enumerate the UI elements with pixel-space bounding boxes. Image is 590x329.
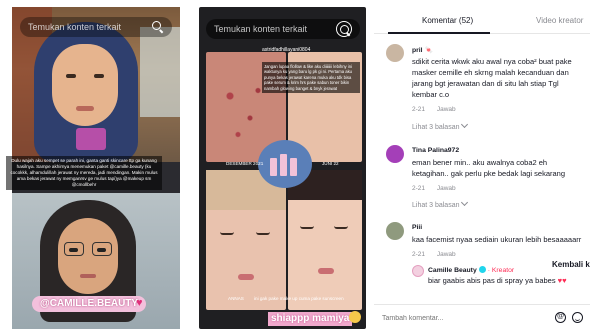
comment-username[interactable]: Piii xyxy=(412,224,422,231)
left-video-caption: Dulu wajah aku sempet se parah ini, gant… xyxy=(6,156,162,190)
photo-face-left xyxy=(206,170,286,310)
search-icon[interactable] xyxy=(336,21,352,37)
comment-date: 2-21 xyxy=(412,251,425,258)
mug xyxy=(76,128,106,150)
lips xyxy=(80,274,96,278)
user-badge-icon: 🍬 xyxy=(424,47,432,54)
background-window xyxy=(140,27,180,117)
bottle xyxy=(290,158,297,176)
avatar[interactable] xyxy=(386,145,404,163)
brand-tag-middle: shiappp mamiya xyxy=(268,312,352,326)
username-text: pril xyxy=(412,47,423,54)
search-icon[interactable] xyxy=(152,21,164,33)
closed-eye xyxy=(334,226,348,229)
comment-input-bar: @ xyxy=(374,304,590,329)
comment-date: 2-21 xyxy=(412,106,425,113)
view-replies-label: Lihat 3 balasan xyxy=(412,124,459,131)
comment-text-line: kaa facemist nyaa sediain ukuran lebih b… xyxy=(412,234,590,245)
verified-icon xyxy=(479,266,486,273)
comment-text-line: sdikit cerita wkwk aku awal nya coba² bu… xyxy=(412,56,590,67)
comment-text-line: kembar c.o xyxy=(412,89,590,100)
eye xyxy=(69,248,78,252)
reply-button[interactable]: Jawab xyxy=(437,185,456,192)
tab-creator-videos[interactable]: Video kreator xyxy=(536,16,583,25)
photo-note: ini gak pake make up cuma pake sunscreen xyxy=(254,296,344,301)
lips xyxy=(76,106,94,111)
middle-video-caption: Jangan lupaa flollow & like aku diiiiiii… xyxy=(262,62,360,93)
lips xyxy=(238,274,254,280)
chevron-down-icon xyxy=(461,121,468,128)
date-label-right: JUNI 22 xyxy=(322,161,339,166)
brand-tag-left: @CAMILLE.BEAUTY xyxy=(32,296,146,312)
comment-meta: 2-21 Jawab xyxy=(412,251,456,258)
search-bar-middle[interactable]: Temukan konten terkait xyxy=(206,19,360,39)
closed-eye xyxy=(220,232,234,235)
comment-meta: 2-21 Jawab xyxy=(412,106,456,113)
heart-icon: ♥ xyxy=(136,297,143,309)
reply-text: biar gaabis abis pas di spray ya babes ♥… xyxy=(428,276,567,285)
closed-eye xyxy=(300,226,314,229)
bottle xyxy=(280,154,287,176)
product-bottles xyxy=(258,140,312,188)
eye xyxy=(94,74,104,78)
comments-panel: Komentar (52) Video kreator pril 🍬 sdiki… xyxy=(374,0,590,329)
view-replies-button[interactable]: Lihat 3 balasan xyxy=(412,124,467,131)
comment-username[interactable]: pril 🍬 xyxy=(412,46,433,54)
person-before-face xyxy=(52,44,118,126)
reply-text-content: biar gaabis abis pas di spray ya babes xyxy=(428,276,556,285)
avatar[interactable] xyxy=(386,44,404,62)
photo-label: ANNAS xyxy=(228,296,244,301)
reply-username[interactable]: Camille Beauty · Kreator xyxy=(428,265,514,274)
tab-comments[interactable]: Komentar (52) xyxy=(422,16,473,25)
back-button[interactable]: Kembali k xyxy=(552,260,590,269)
date-label-left: DESEMBER 2021 xyxy=(226,161,263,166)
comment-username[interactable]: Tina Palina972 xyxy=(412,147,459,154)
reply-button[interactable]: Jawab xyxy=(437,251,456,258)
person-after-face xyxy=(58,218,118,294)
avatar[interactable] xyxy=(386,222,404,240)
comment-meta: 2-21 Jawab xyxy=(412,185,456,192)
comment-text-line: eman bener min.. aku awalnya coba2 eh xyxy=(412,157,590,168)
chevron-down-icon xyxy=(461,199,468,206)
video-username: astridfadhillayani0804 xyxy=(262,47,310,53)
lips xyxy=(318,268,334,274)
avatar[interactable] xyxy=(412,265,424,277)
comment-text-line: masker cemille eh skrng malah kecanduan … xyxy=(412,67,590,78)
eye xyxy=(66,74,76,78)
search-bar-left[interactable]: Temukan konten terkait xyxy=(20,17,172,37)
view-replies-label: Lihat 3 balasan xyxy=(412,202,459,209)
search-placeholder: Temukan konten terkait xyxy=(28,22,152,32)
comment-text-line: jarang bgt jerawatan dan di situ lah sti… xyxy=(412,78,590,89)
smile-emoji-icon xyxy=(349,311,361,323)
creator-badge: · Kreator xyxy=(488,267,514,274)
photo-face-right xyxy=(288,170,362,310)
active-tab-indicator xyxy=(388,32,490,34)
reply-button[interactable]: Jawab xyxy=(437,106,456,113)
bottle xyxy=(270,158,277,176)
heart-emoji-icon: ♥♥ xyxy=(558,276,567,285)
view-replies-button[interactable]: Lihat 3 balasan xyxy=(412,202,467,209)
closed-eye xyxy=(256,232,270,235)
comment-input[interactable] xyxy=(382,311,542,325)
mention-icon[interactable]: @ xyxy=(555,312,566,323)
eye xyxy=(97,248,106,252)
emoji-icon[interactable] xyxy=(572,312,583,323)
search-placeholder: Temukan konten terkait xyxy=(214,24,336,34)
comment-text-line: ketagihan.. gak perlu pke bedak lagi sek… xyxy=(412,168,590,179)
comment-date: 2-21 xyxy=(412,185,425,192)
tab-bar: Komentar (52) Video kreator xyxy=(374,0,590,34)
username-text: Camille Beauty xyxy=(428,267,477,274)
